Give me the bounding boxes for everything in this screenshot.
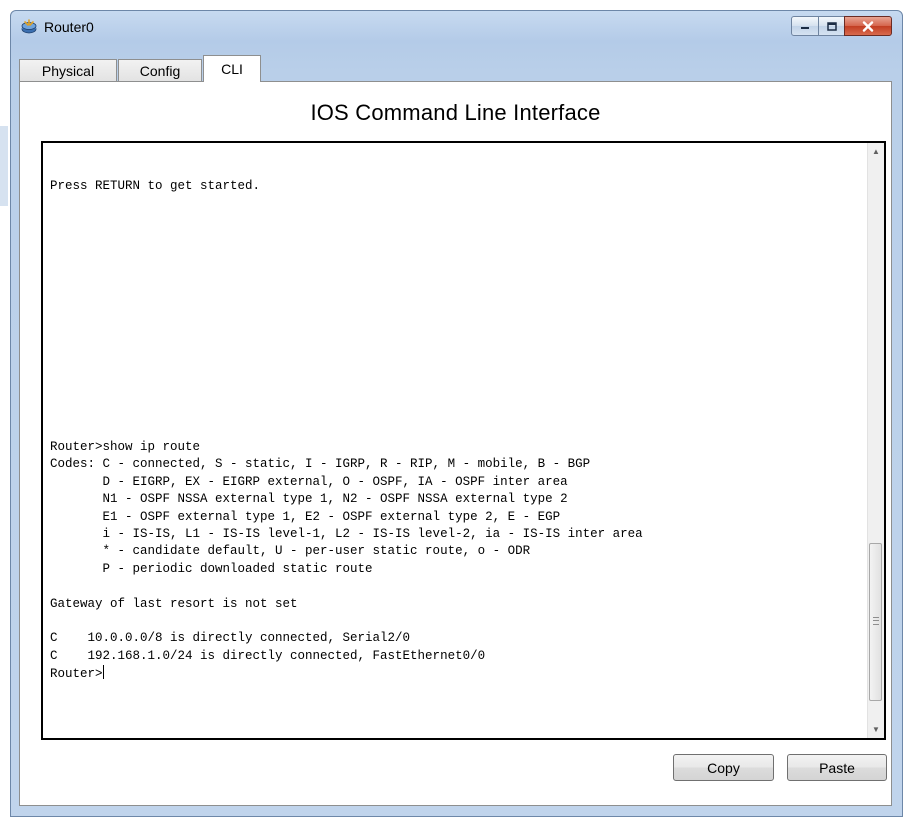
close-button[interactable] <box>844 16 892 36</box>
scrollbar-thumb[interactable] <box>869 543 882 701</box>
terminal-line: P - periodic downloaded static route <box>102 561 373 576</box>
copy-button[interactable]: Copy <box>673 754 774 781</box>
tab-physical[interactable]: Physical <box>19 59 117 81</box>
maximize-icon <box>826 21 837 31</box>
background-strip <box>0 126 8 206</box>
scroll-down-arrow-icon[interactable]: ▼ <box>868 721 884 738</box>
router-icon <box>21 19 37 34</box>
terminal-line: C 192.168.1.0/24 is directly connected, … <box>50 648 486 663</box>
terminal-output[interactable]: Press RETURN to get started. Router>show… <box>50 143 860 684</box>
minimize-button[interactable] <box>791 16 819 36</box>
terminal-line: Gateway of last resort is not set <box>50 596 298 611</box>
window-title: Router0 <box>44 19 94 35</box>
terminal-line: C 10.0.0.0/8 is directly connected, Seri… <box>50 631 411 646</box>
vertical-scrollbar[interactable]: ▲ ▼ <box>867 143 884 738</box>
maximize-button[interactable] <box>818 16 845 36</box>
page-title: IOS Command Line Interface <box>310 100 601 125</box>
terminal-line: i - IS-IS, L1 - IS-IS level-1, L2 - IS-I… <box>102 526 643 541</box>
terminal-line: N1 - OSPF NSSA external type 1, N2 - OSP… <box>102 492 568 507</box>
router-window: Router0 Physical Config CLI IOS Command … <box>10 10 903 817</box>
terminal-line: Router>show ip route <box>50 439 201 454</box>
terminal-line: Codes: C - connected, S - static, I - IG… <box>50 457 591 472</box>
terminal-lines: Press RETURN to get started. Router>show… <box>50 179 643 663</box>
paste-button[interactable]: Paste <box>787 754 887 781</box>
close-icon <box>862 20 874 32</box>
title-bar[interactable]: Router0 <box>11 11 902 43</box>
tab-config[interactable]: Config <box>118 59 202 81</box>
scroll-up-arrow-icon[interactable]: ▲ <box>868 143 884 160</box>
terminal-line: Press RETURN to get started. <box>50 178 261 193</box>
grip-icon <box>873 617 879 625</box>
terminal-line: E1 - OSPF external type 1, E2 - OSPF ext… <box>102 509 561 524</box>
cli-terminal[interactable]: Press RETURN to get started. Router>show… <box>41 141 886 740</box>
terminal-line: D - EIGRP, EX - EIGRP external, O - OSPF… <box>102 474 568 489</box>
terminal-line: * - candidate default, U - per-user stat… <box>102 544 531 559</box>
tab-cli[interactable]: CLI <box>203 55 261 82</box>
minimize-icon <box>801 27 809 29</box>
terminal-prompt: Router> <box>50 667 103 682</box>
text-cursor <box>102 665 104 680</box>
cli-panel: IOS Command Line Interface Press RETURN … <box>19 81 892 806</box>
